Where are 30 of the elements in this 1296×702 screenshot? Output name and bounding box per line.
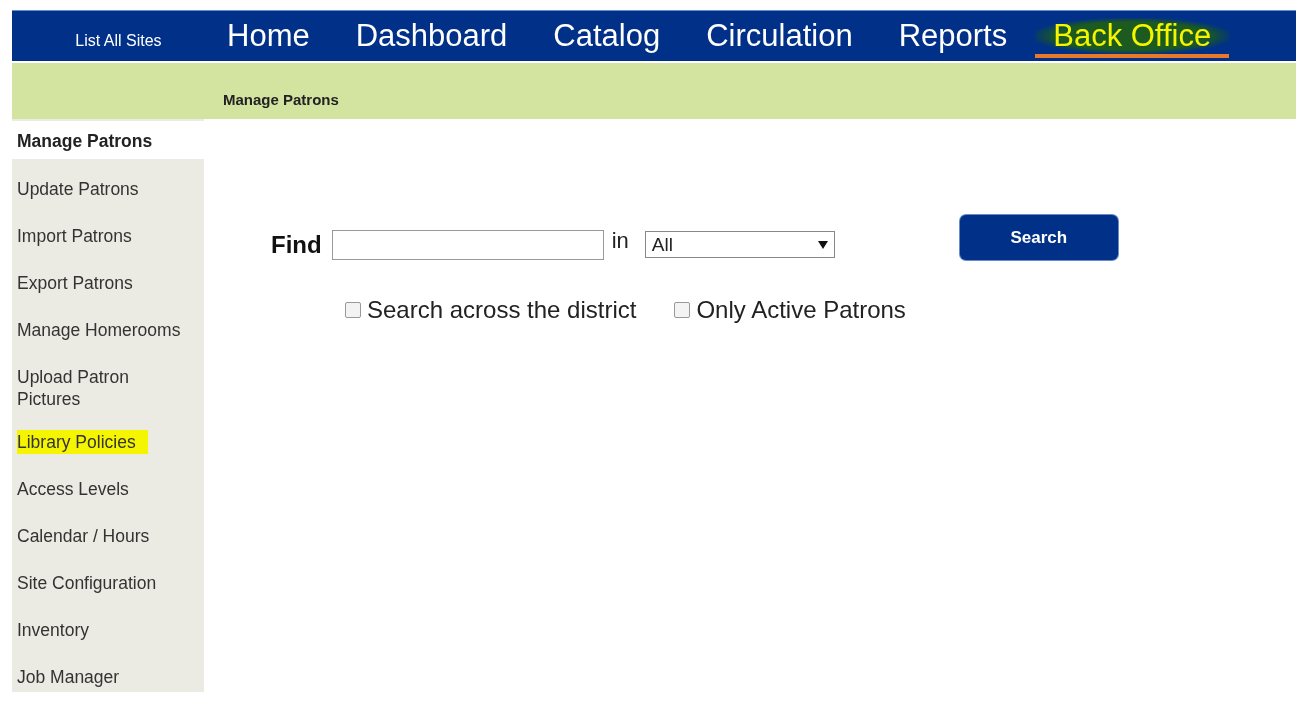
sidebar-item[interactable]: Inventory (12, 609, 204, 656)
checkbox[interactable] (345, 302, 361, 318)
sidebar-item[interactable]: Upload Patron Pictures (12, 356, 204, 421)
nav-tab[interactable]: Catalog (551, 18, 663, 54)
sidebar-item[interactable]: Manage Patrons (12, 121, 204, 159)
checkbox[interactable] (674, 302, 691, 318)
nav-tab[interactable]: Circulation (704, 18, 855, 54)
find-label: Find (271, 230, 322, 259)
scope-dropdown[interactable]: All (644, 231, 835, 258)
checkbox-label: Only Active Patrons (696, 296, 906, 324)
caret-icon (817, 240, 828, 249)
breadcrumb: Manage Patrons (223, 89, 339, 108)
search-button[interactable]: Search (959, 215, 1118, 260)
checkbox-label: Search across the district (367, 296, 637, 324)
nav-tab[interactable]: Back Office (1035, 18, 1230, 58)
nav-tab[interactable]: Home (225, 18, 312, 54)
sidebar-item[interactable]: Import Patrons (12, 215, 204, 262)
nav-tab[interactable]: Reports (896, 18, 1010, 54)
search-field[interactable] (331, 229, 604, 260)
nav-tab[interactable]: Dashboard (353, 18, 510, 54)
site-link[interactable]: List All Sites (12, 22, 225, 50)
sidebar-item[interactable]: Manage Homerooms (12, 309, 204, 356)
sidebar-item[interactable]: Calendar / Hours (12, 515, 204, 562)
sidebar-item[interactable]: Job Manager (12, 656, 204, 692)
sidebar-item[interactable]: Access Levels (12, 468, 204, 515)
sidebar-item[interactable]: Library Policies (12, 421, 204, 468)
sidebar-item[interactable]: Export Patrons (12, 262, 204, 309)
in-label: in (611, 227, 629, 254)
sidebar-item[interactable]: Site Configuration (12, 562, 204, 609)
sidebar-item[interactable]: Update Patrons (12, 168, 204, 215)
